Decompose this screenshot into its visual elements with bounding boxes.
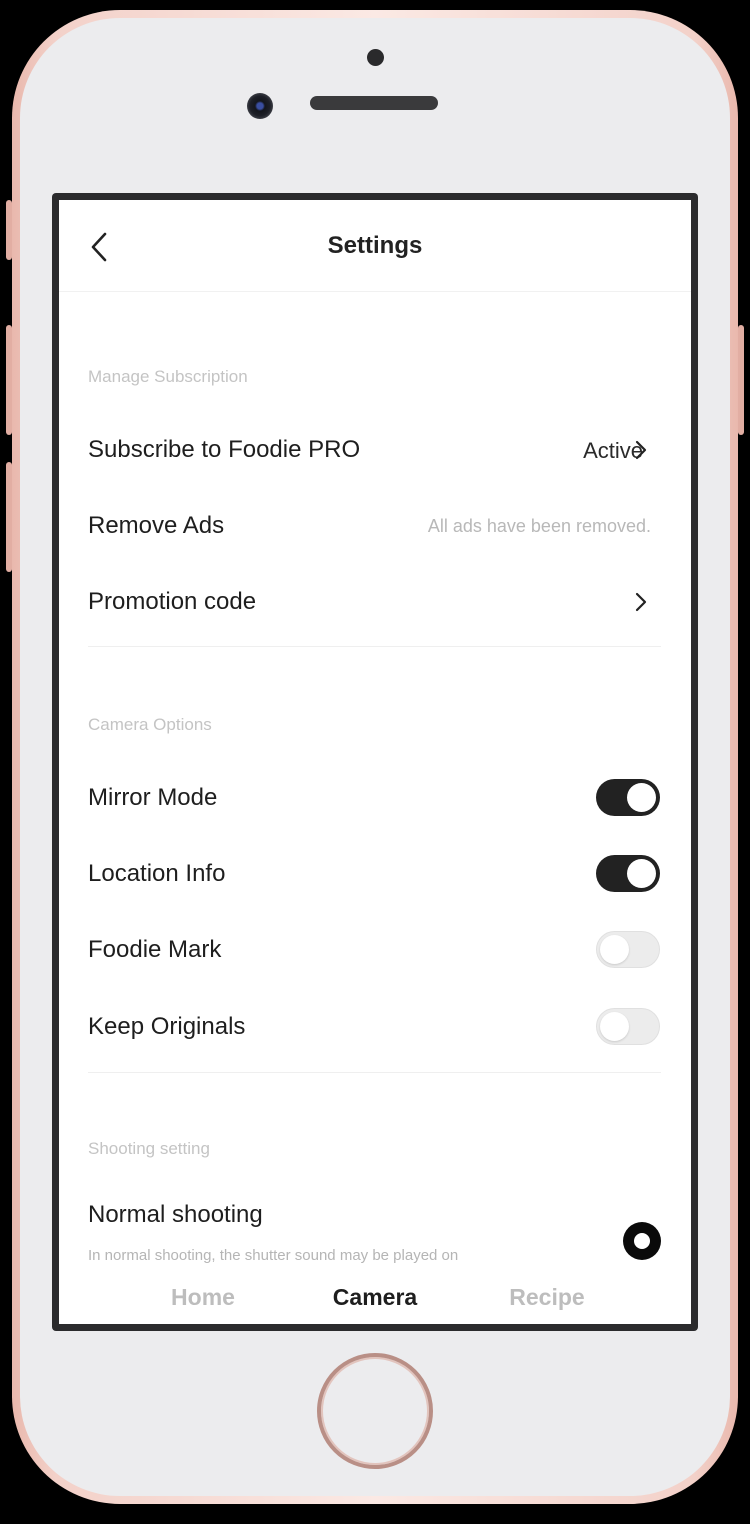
normal-shooting-note: In normal shooting, the shutter sound ma… bbox=[88, 1247, 459, 1264]
foodie-mark-label: Foodie Mark bbox=[88, 936, 222, 963]
chevron-right-icon bbox=[635, 592, 647, 612]
toggle-knob bbox=[627, 783, 656, 812]
volume-up-button bbox=[6, 325, 12, 435]
toggle-knob bbox=[600, 935, 629, 964]
mute-switch bbox=[6, 200, 12, 260]
subscribe-pro-label: Subscribe to Foodie PRO bbox=[88, 436, 361, 463]
toggle-knob bbox=[600, 1012, 629, 1041]
mirror-mode-toggle[interactable] bbox=[596, 779, 660, 816]
keep-originals-toggle[interactable] bbox=[596, 1008, 660, 1045]
proximity-sensor bbox=[367, 49, 384, 66]
screen: Settings Manage Subscription Subscribe t… bbox=[59, 200, 691, 1324]
remove-ads-note: All ads have been removed. bbox=[427, 516, 651, 536]
section-label-camera: Camera Options bbox=[88, 715, 212, 734]
toggle-knob bbox=[627, 859, 656, 888]
keep-originals-label: Keep Originals bbox=[88, 1013, 246, 1040]
location-info-toggle[interactable] bbox=[596, 855, 660, 892]
remove-ads-label: Remove Ads bbox=[88, 512, 225, 539]
location-info-label: Location Info bbox=[88, 860, 226, 887]
section-divider bbox=[88, 646, 661, 647]
tab-camera[interactable]: Camera bbox=[305, 1284, 445, 1311]
tab-bar: Home Camera Recipe bbox=[59, 1274, 691, 1324]
section-label-shooting: Shooting setting bbox=[88, 1139, 210, 1158]
volume-down-button bbox=[6, 462, 12, 572]
page-title: Settings bbox=[327, 232, 423, 259]
tab-home[interactable]: Home bbox=[133, 1284, 273, 1311]
normal-shooting-radio[interactable] bbox=[623, 1222, 661, 1260]
navigation-bar: Settings bbox=[59, 200, 691, 292]
front-camera-icon bbox=[247, 93, 273, 119]
mirror-mode-label: Mirror Mode bbox=[88, 784, 218, 811]
normal-shooting-label: Normal shooting bbox=[88, 1201, 263, 1228]
foodie-mark-toggle[interactable] bbox=[596, 931, 660, 968]
earpiece-speaker bbox=[310, 96, 438, 110]
home-button[interactable] bbox=[317, 1353, 433, 1469]
section-label-subscription: Manage Subscription bbox=[88, 367, 248, 386]
section-divider bbox=[88, 1072, 661, 1073]
chevron-right-icon bbox=[635, 440, 647, 460]
tab-recipe[interactable]: Recipe bbox=[477, 1284, 617, 1311]
radio-dot bbox=[634, 1233, 650, 1249]
promotion-code-label: Promotion code bbox=[88, 588, 257, 615]
power-button bbox=[738, 325, 744, 435]
